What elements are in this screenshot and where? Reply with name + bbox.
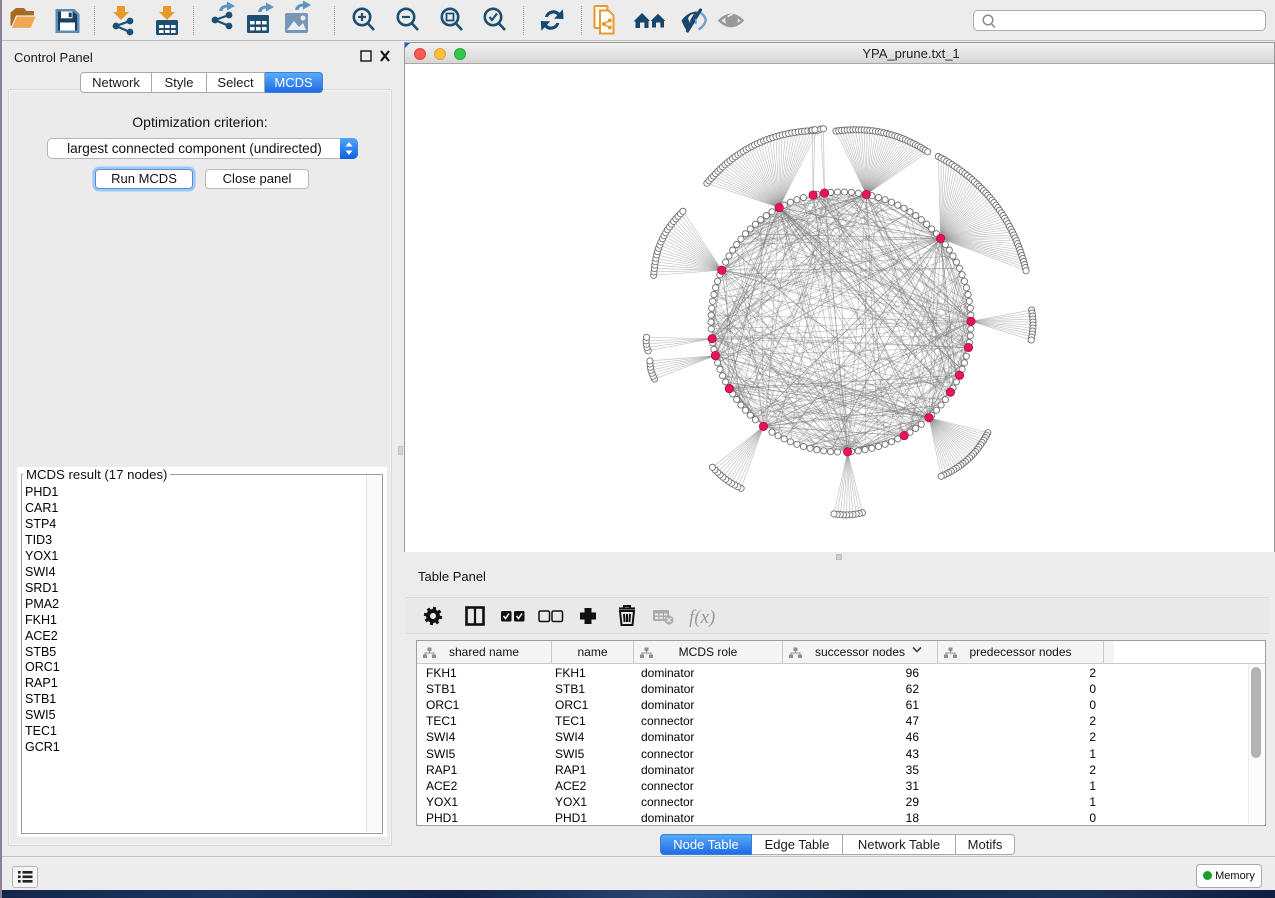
svg-text:f(x): f(x) — [689, 607, 715, 628]
